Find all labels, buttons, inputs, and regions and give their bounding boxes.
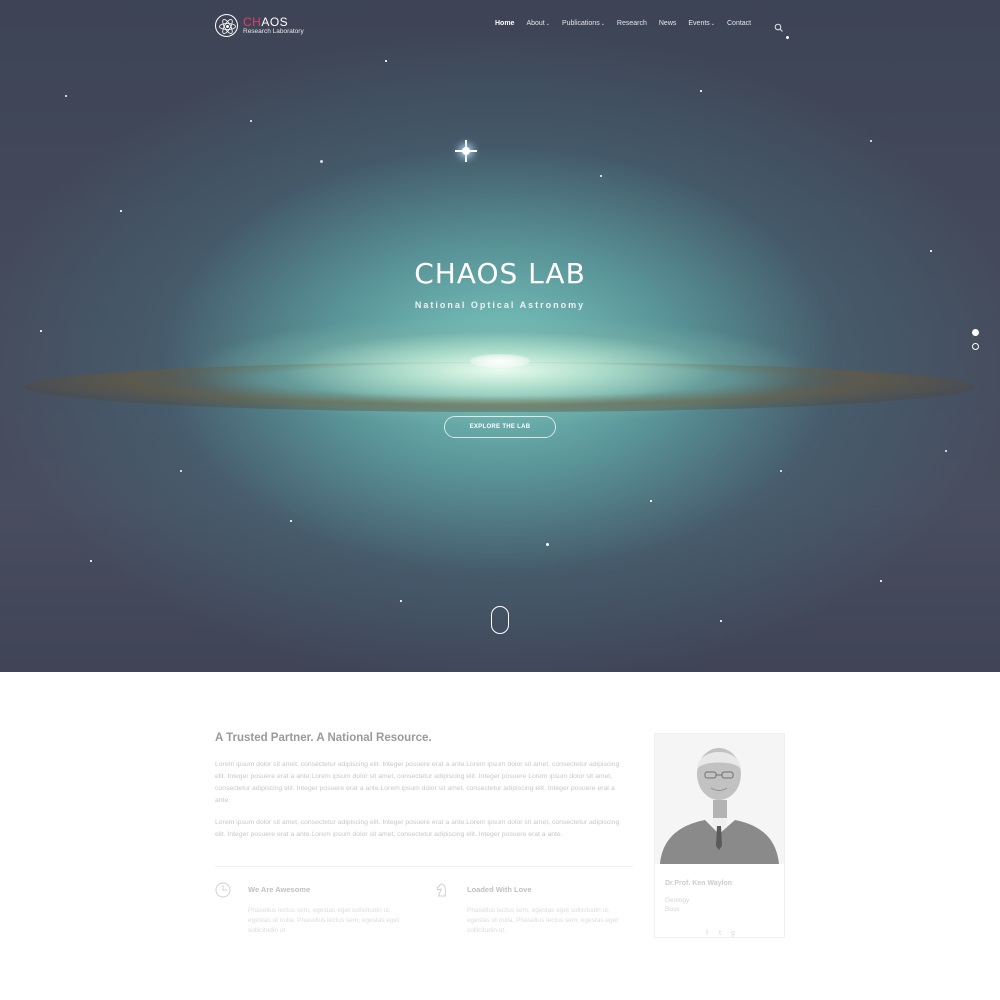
feature-title: We Are Awesome <box>248 885 311 894</box>
twitter-icon[interactable]: t <box>716 930 724 938</box>
nav-item-home[interactable]: Home <box>495 20 514 27</box>
star <box>700 90 702 92</box>
nav-item-events[interactable]: Events⌄ <box>688 20 715 27</box>
feature-title: Loaded With Love <box>467 885 532 894</box>
profile-card: Dr.Prof. Ken Waylon Geology Boss f t g <box>654 733 785 938</box>
search-icon[interactable] <box>774 20 784 32</box>
slider-dot-1[interactable] <box>972 329 979 336</box>
facebook-icon[interactable]: f <box>703 930 711 938</box>
chevron-down-icon: ⌄ <box>600 21 605 27</box>
profile-role: Geology Boss <box>665 896 689 914</box>
main-nav: Home About⌄ Publications⌄ Research News … <box>495 20 763 27</box>
galaxy-dust-lane <box>25 362 975 412</box>
star <box>250 120 252 122</box>
nav-item-about[interactable]: About⌄ <box>526 20 550 27</box>
divider <box>215 866 633 867</box>
profile-name: Dr.Prof. Ken Waylon <box>665 880 733 887</box>
star <box>65 95 67 97</box>
star <box>385 60 387 62</box>
nav-item-publications[interactable]: Publications⌄ <box>562 20 605 27</box>
star <box>870 140 872 142</box>
profile-role-line: Boss <box>665 906 680 913</box>
hero-section: CHAOS Research Laboratory Home About⌄ Pu… <box>0 0 1000 672</box>
star <box>546 543 549 546</box>
scroll-down-mouse-icon[interactable] <box>491 606 509 634</box>
profile-photo <box>655 734 784 864</box>
hero-subtitle: National Optical Astronomy <box>414 300 586 310</box>
star <box>90 560 92 562</box>
clock-icon <box>215 882 231 898</box>
star <box>120 210 122 212</box>
star <box>720 620 722 622</box>
star <box>180 470 182 472</box>
star <box>930 250 932 252</box>
star <box>780 470 782 472</box>
chess-knight-icon <box>434 882 450 898</box>
chevron-down-icon: ⌄ <box>545 21 550 27</box>
star <box>290 520 292 522</box>
explore-button[interactable]: EXPLORE THE LAB <box>444 416 556 438</box>
profile-socials: f t g <box>703 930 742 938</box>
slider-dot-2[interactable] <box>972 343 979 350</box>
star <box>600 175 602 177</box>
atom-logo-icon <box>215 14 238 37</box>
star <box>40 330 42 332</box>
feature-text: Phasellus lectus sem, egestas eget solli… <box>467 907 619 934</box>
hero-title: CHAOS LAB <box>414 257 586 290</box>
nav-item-research[interactable]: Research <box>617 20 647 27</box>
feature-text: Phasellus lectus sem, egestas eget solli… <box>248 907 400 934</box>
profile-role-line: Geology <box>665 897 690 904</box>
star <box>786 36 789 39</box>
bright-star <box>455 140 477 162</box>
brand-subtitle: Research Laboratory <box>243 27 304 35</box>
galaxy-core <box>470 354 530 368</box>
star <box>400 600 402 602</box>
google-plus-icon[interactable]: g <box>729 930 737 938</box>
about-paragraph-1: Lorem ipsum dolor sit amet, consectetur … <box>215 761 620 804</box>
nav-item-contact[interactable]: Contact <box>727 20 751 27</box>
about-paragraph-2: Lorem ipsum dolor sit amet, consectetur … <box>215 819 620 838</box>
star <box>320 160 323 163</box>
nav-item-news[interactable]: News <box>659 20 677 27</box>
chevron-down-icon: ⌄ <box>710 21 715 27</box>
brand-name: CHAOS <box>243 14 289 29</box>
star <box>945 450 947 452</box>
star <box>880 580 882 582</box>
section-title: A Trusted Partner. A National Resource. <box>215 732 432 744</box>
logo[interactable]: CHAOS Research Laboratory <box>215 14 304 37</box>
star <box>650 500 652 502</box>
